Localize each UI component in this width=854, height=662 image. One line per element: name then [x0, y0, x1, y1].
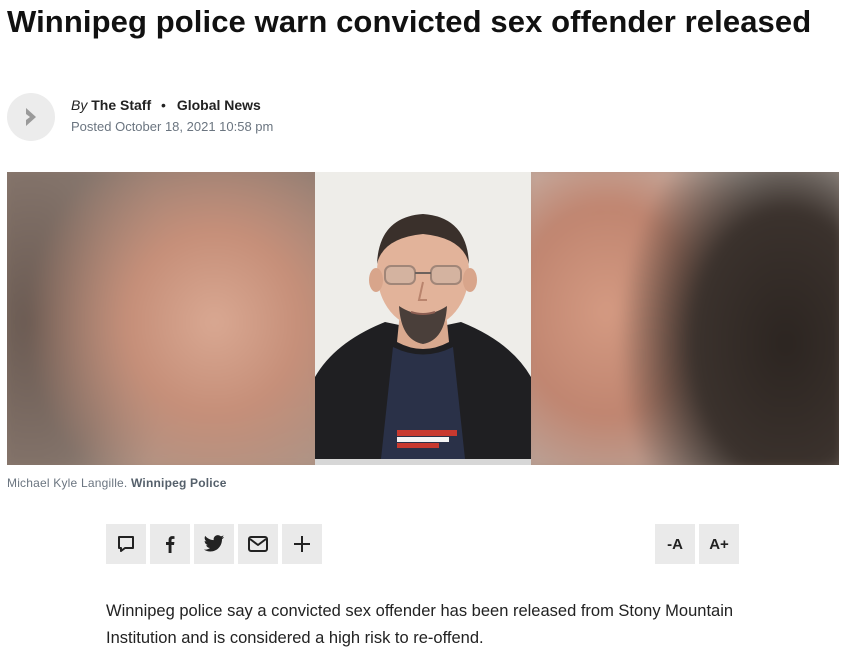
caption-credit: Winnipeg Police — [131, 476, 227, 490]
byline-author[interactable]: The Staff — [91, 97, 151, 113]
decrease-font-button[interactable]: -A — [655, 524, 695, 564]
comment-button[interactable] — [106, 524, 146, 564]
portrait-photo — [315, 172, 531, 465]
increase-font-button[interactable]: A+ — [699, 524, 739, 564]
article-photo[interactable] — [7, 172, 839, 465]
plus-icon — [294, 536, 310, 552]
facebook-icon — [166, 536, 175, 553]
caption-text: Michael Kyle Langille. — [7, 476, 128, 490]
share-bar — [106, 524, 322, 566]
byline-by: By — [71, 97, 88, 113]
more-share-button[interactable] — [282, 524, 322, 564]
byline-row: By The Staff • Global News — [71, 97, 261, 113]
article-headline: Winnipeg police warn convicted sex offen… — [7, 4, 812, 39]
byline: By The Staff • Global News Posted Octobe… — [7, 93, 407, 143]
person-portrait — [315, 172, 531, 459]
chevron-right-icon — [26, 108, 36, 126]
twitter-share-button[interactable] — [194, 524, 234, 564]
author-avatar — [7, 93, 55, 141]
font-size-controls: -A A+ — [655, 524, 739, 564]
photo-caption: Michael Kyle Langille. Winnipeg Police — [7, 476, 227, 490]
photo-blur-right — [523, 172, 839, 465]
posted-date: Posted October 18, 2021 10:58 pm — [71, 119, 274, 134]
email-icon — [248, 536, 268, 552]
twitter-icon — [203, 535, 225, 552]
byline-source[interactable]: Global News — [177, 97, 261, 113]
comment-icon — [118, 536, 134, 552]
facebook-share-button[interactable] — [150, 524, 190, 564]
email-share-button[interactable] — [238, 524, 278, 564]
byline-separator: • — [161, 97, 166, 113]
photo-blur-left — [7, 172, 325, 465]
article-body-paragraph: Winnipeg police say a convicted sex offe… — [106, 602, 734, 647]
